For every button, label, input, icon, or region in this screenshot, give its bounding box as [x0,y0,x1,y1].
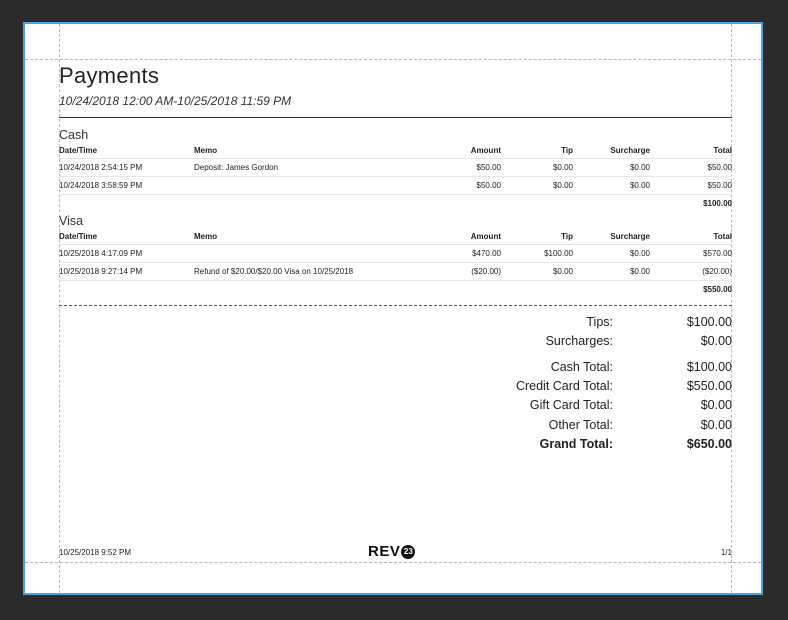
table-header: Date/Time Memo Amount Tip Surcharge Tota… [59,230,732,245]
report-content: Payments 10/24/2018 12:00 AM-10/25/2018 … [59,24,732,593]
table-row: 10/24/2018 2:54:15 PM Deposit: James Gor… [59,159,732,177]
cell-tip: $0.00 [552,267,573,276]
cell-memo: Deposit: James Gordon [194,163,279,172]
col-datetime-header: Date/Time [59,232,98,241]
logo-text: REV [368,543,401,560]
summary-divider [59,305,732,306]
cell-total: $50.00 [707,163,732,172]
summary-other-total: Other Total: $0.00 [59,418,732,437]
cell-surcharge: $0.00 [629,249,650,258]
summary-cash-total: Cash Total: $100.00 [59,360,732,379]
cell-surcharge: $0.00 [629,267,650,276]
cell-tip: $100.00 [544,249,573,258]
summary-credit-card-total: Credit Card Total: $550.00 [59,379,732,398]
report-title: Payments [59,63,160,88]
summary-value: $650.00 [686,437,732,451]
cell-datetime: 10/24/2018 3:58:59 PM [59,181,143,190]
cell-datetime: 10/25/2018 9:27:14 PM [59,267,143,276]
cell-memo: Refund of $20.00/$20.00 Visa on 10/25/20… [194,267,354,276]
cell-amount: ($20.00) [471,267,501,276]
summary-label: Surcharges: [545,334,613,348]
cell-amount: $50.00 [476,163,501,172]
section-subtotal: $550.00 [703,285,732,294]
col-surcharge-header: Surcharge [610,146,650,155]
report-page: Payments 10/24/2018 12:00 AM-10/25/2018 … [23,22,763,595]
col-amount-header: Amount [470,146,501,155]
summary-label: Grand Total: [539,437,613,451]
logo-badge: 23 [401,544,416,559]
summary-surcharges: Surcharges: $0.00 [59,334,732,353]
col-datetime-header: Date/Time [59,146,98,155]
summary-label: Other Total: [548,418,613,432]
summary-value: $100.00 [686,315,732,329]
report-date-range: 10/24/2018 12:00 AM-10/25/2018 11:59 PM [59,94,292,108]
section-title: Visa [59,214,84,228]
summary-value: $550.00 [686,379,732,393]
page-number: 1/1 [720,548,732,557]
summary-label: Cash Total: [550,360,613,374]
section-subtotal-row: $550.00 [59,281,732,298]
section-visa: Visa Date/Time Memo Amount Tip Surcharge… [59,212,732,298]
cell-amount: $50.00 [476,181,501,190]
section-subtotal: $100.00 [703,199,732,208]
col-tip-header: Tip [561,232,573,241]
col-surcharge-header: Surcharge [610,232,650,241]
table-row: 10/25/2018 4:17:09 PM $470.00 $100.00 $0… [59,245,732,263]
cell-datetime: 10/25/2018 4:17:09 PM [59,249,143,258]
rev-logo: REV 23 [368,543,416,560]
summary-value: $0.00 [700,398,732,412]
section-title: Cash [59,128,89,142]
summary-tips: Tips: $100.00 [59,315,732,334]
summary-label: Gift Card Total: [529,398,613,412]
cell-total: $50.00 [707,181,732,190]
col-total-header: Total [713,232,732,241]
summary-value: $0.00 [700,334,732,348]
summary-gift-card-total: Gift Card Total: $0.00 [59,398,732,417]
col-total-header: Total [713,146,732,155]
col-tip-header: Tip [561,146,573,155]
summary-label: Credit Card Total: [515,379,613,393]
summary-value: $0.00 [700,418,732,432]
cell-surcharge: $0.00 [629,181,650,190]
table-row: 10/25/2018 9:27:14 PM Refund of $20.00/$… [59,263,732,281]
cell-surcharge: $0.00 [629,163,650,172]
title-divider [59,117,732,118]
cell-tip: $0.00 [552,181,573,190]
summary-grand-total: Grand Total: $650.00 [59,437,732,456]
table-row: 10/24/2018 3:58:59 PM $50.00 $0.00 $0.00… [59,177,732,195]
section-cash: Cash Date/Time Memo Amount Tip Surcharge… [59,126,732,212]
col-amount-header: Amount [470,232,501,241]
cell-amount: $470.00 [472,249,501,258]
printed-timestamp: 10/25/2018 9:52 PM [59,548,132,557]
col-memo-header: Memo [194,232,218,241]
cell-tip: $0.00 [552,163,573,172]
table-header: Date/Time Memo Amount Tip Surcharge Tota… [59,144,732,159]
cell-datetime: 10/24/2018 2:54:15 PM [59,163,143,172]
cell-total: ($20.00) [702,267,732,276]
section-subtotal-row: $100.00 [59,195,732,212]
cell-total: $570.00 [703,249,732,258]
summary-value: $100.00 [686,360,732,374]
col-memo-header: Memo [194,146,218,155]
summary-label: Tips: [586,315,613,329]
